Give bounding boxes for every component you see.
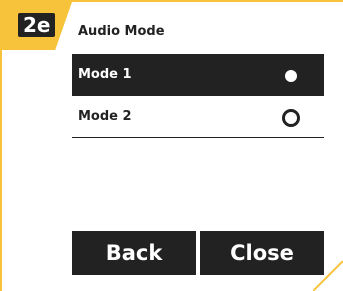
screen-title: Audio Mode (78, 24, 165, 39)
radio-circle-icon (282, 109, 300, 127)
device-screen: Audio Mode Mode 1 Mode 2 Back Close (72, 18, 324, 278)
option-mode-2[interactable]: Mode 2 (72, 96, 324, 138)
option-mode-1[interactable]: Mode 1 (72, 54, 324, 96)
option-label: Mode 2 (78, 109, 132, 124)
corner-fold-icon (313, 261, 343, 291)
close-button[interactable]: Close (200, 231, 324, 275)
step-label: 2e (18, 13, 56, 37)
back-button[interactable]: Back (72, 231, 196, 275)
option-label: Mode 1 (78, 67, 132, 82)
radio-circle-icon (282, 67, 300, 85)
instruction-frame: 2e Audio Mode Mode 1 Mode 2 Back Close (0, 0, 343, 291)
